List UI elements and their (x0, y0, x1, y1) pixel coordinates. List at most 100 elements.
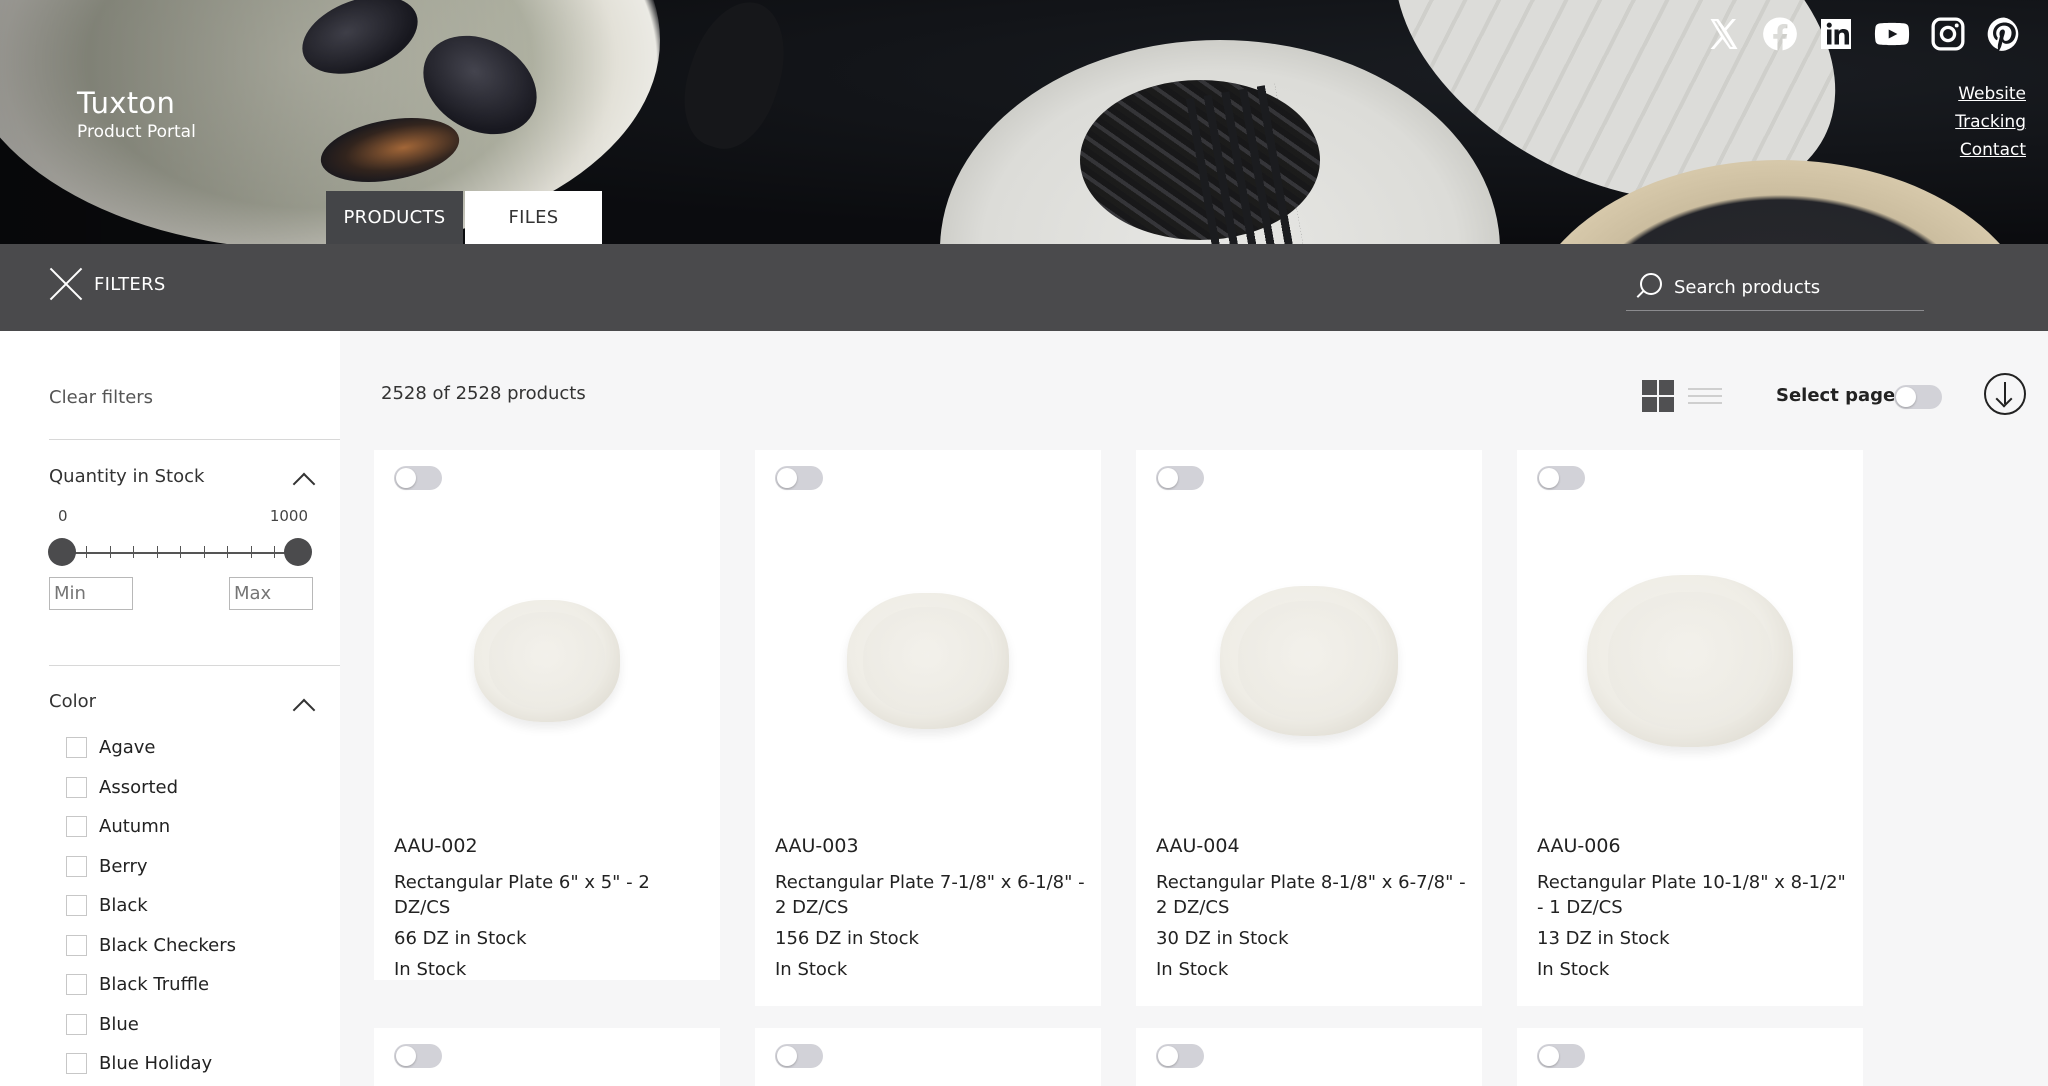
slider-tick (180, 546, 181, 558)
product-select-toggle[interactable] (394, 466, 442, 490)
color-option-black-truffle[interactable]: Black Truffle (66, 965, 236, 1005)
slider-tick (274, 546, 275, 558)
pinterest-icon[interactable] (1984, 14, 2024, 54)
product-select-toggle[interactable] (1156, 1044, 1204, 1068)
product-image (847, 593, 1009, 729)
product-card[interactable] (374, 1028, 720, 1086)
product-name: Rectangular Plate 7-1/8" x 6-1/8" - 2 DZ… (775, 872, 1085, 918)
x-icon[interactable] (1704, 14, 1744, 54)
product-sku: AAU-006 (1537, 835, 1621, 857)
social-links (1704, 14, 2024, 54)
product-card[interactable]: AAU-004 Rectangular Plate 8-1/8" x 6-7/8… (1136, 450, 1482, 1006)
product-details: Rectangular Plate 10-1/8" x 8-1/2" - 1 D… (1537, 870, 1847, 982)
slider-tick (227, 546, 228, 558)
brand-name: Tuxton (77, 86, 176, 120)
quantity-filter-title: Quantity in Stock (49, 466, 205, 487)
instagram-icon[interactable] (1928, 14, 1968, 54)
product-count: 2528 of 2528 products (381, 383, 586, 404)
main-tabs: PRODUCTS FILES (326, 191, 602, 244)
product-name: Rectangular Plate 8-1/8" x 6-7/8" - 2 DZ… (1156, 872, 1466, 918)
color-option-label: Blue Holiday (99, 1053, 213, 1075)
product-card[interactable]: AAU-002 Rectangular Plate 6" x 5" - 2 DZ… (374, 450, 720, 980)
slider-tick (157, 546, 158, 558)
list-view-icon[interactable] (1688, 386, 1722, 406)
search-input[interactable] (1674, 276, 1914, 298)
tab-files[interactable]: FILES (465, 191, 602, 244)
select-page-toggle[interactable] (1894, 385, 1942, 409)
color-option-black[interactable]: Black (66, 886, 236, 926)
color-option-black-checkers[interactable]: Black Checkers (66, 926, 236, 966)
checkbox[interactable] (66, 934, 87, 956)
product-image (474, 600, 620, 722)
checkbox[interactable] (66, 855, 87, 877)
color-option-autumn[interactable]: Autumn (66, 807, 236, 847)
product-image (1587, 575, 1793, 747)
product-select-toggle[interactable] (775, 1044, 823, 1068)
product-sku: AAU-003 (775, 835, 859, 857)
color-option-label: Agave (99, 737, 156, 759)
color-option-blue-holiday[interactable]: Blue Holiday (66, 1044, 236, 1084)
color-option-assorted[interactable]: Assorted (66, 768, 236, 808)
filters-toggle-button[interactable]: FILTERS (48, 266, 166, 302)
slider-max-handle[interactable] (284, 538, 312, 566)
download-icon[interactable] (1984, 373, 2026, 415)
color-option-blue[interactable]: Blue (66, 1005, 236, 1045)
tracking-link[interactable]: Tracking (1955, 108, 2026, 136)
product-quantity: 30 DZ in Stock (1156, 928, 1289, 949)
quantity-range-labels: 0 1000 (58, 507, 308, 525)
color-option-label: Assorted (99, 776, 179, 798)
product-card[interactable] (1517, 1028, 1863, 1086)
product-quantity: 13 DZ in Stock (1537, 928, 1670, 949)
product-card[interactable]: AAU-003 Rectangular Plate 7-1/8" x 6-1/8… (755, 450, 1101, 1006)
slider-tick (110, 546, 111, 558)
checkbox[interactable] (66, 895, 87, 917)
product-select-toggle[interactable] (1537, 1044, 1585, 1068)
product-sku: AAU-004 (1156, 835, 1240, 857)
checkbox[interactable] (66, 1053, 87, 1075)
youtube-icon[interactable] (1872, 14, 1912, 54)
range-max-label: 1000 (269, 507, 308, 525)
color-option-agave[interactable]: Agave (66, 728, 236, 768)
product-card[interactable]: AAU-006 Rectangular Plate 10-1/8" x 8-1/… (1517, 450, 1863, 1006)
product-select-toggle[interactable] (775, 466, 823, 490)
color-option-label: Berry (99, 855, 148, 877)
checkbox[interactable] (66, 816, 87, 838)
linkedin-icon[interactable] (1816, 14, 1856, 54)
checkbox[interactable] (66, 974, 87, 996)
product-select-toggle[interactable] (394, 1044, 442, 1068)
checkbox[interactable] (66, 737, 87, 759)
quantity-max-input[interactable] (229, 577, 313, 610)
website-link[interactable]: Website (1955, 80, 2026, 108)
product-details: Rectangular Plate 6" x 5" - 2 DZ/CS 66 D… (394, 870, 704, 982)
slider-tick (204, 546, 205, 558)
product-status: In Stock (1156, 959, 1229, 980)
product-details: Rectangular Plate 7-1/8" x 6-1/8" - 2 DZ… (775, 870, 1085, 982)
contact-link[interactable]: Contact (1955, 136, 2026, 164)
chevron-up-icon[interactable] (292, 472, 316, 496)
product-select-toggle[interactable] (1537, 466, 1585, 490)
product-card[interactable] (1136, 1028, 1482, 1086)
color-option-label: Black Truffle (99, 974, 210, 996)
slider-min-handle[interactable] (48, 538, 76, 566)
tab-products[interactable]: PRODUCTS (326, 191, 463, 244)
select-page-label: Select page (1776, 385, 1896, 406)
product-quantity: 66 DZ in Stock (394, 928, 527, 949)
color-option-berry[interactable]: Berry (66, 847, 236, 887)
facebook-icon[interactable] (1760, 14, 1800, 54)
color-option-label: Black (99, 895, 148, 917)
grid-view-icon[interactable] (1640, 378, 1676, 414)
color-option-label: Autumn (99, 816, 171, 838)
checkbox[interactable] (66, 1013, 87, 1035)
clear-filters-link[interactable]: Clear filters (49, 387, 153, 408)
brand-subtitle: Product Portal (77, 122, 196, 142)
product-card[interactable] (755, 1028, 1101, 1086)
product-select-toggle[interactable] (1156, 466, 1204, 490)
checkbox[interactable] (66, 776, 87, 798)
quantity-min-input[interactable] (49, 577, 133, 610)
chevron-up-icon[interactable] (292, 698, 316, 722)
product-status: In Stock (394, 959, 467, 980)
filter-bar: FILTERS (0, 244, 2048, 331)
hero-banner: Tuxton Product Portal Website Tracking C… (0, 0, 2048, 244)
quantity-range-slider[interactable] (48, 538, 312, 566)
filters-label: FILTERS (94, 273, 166, 295)
